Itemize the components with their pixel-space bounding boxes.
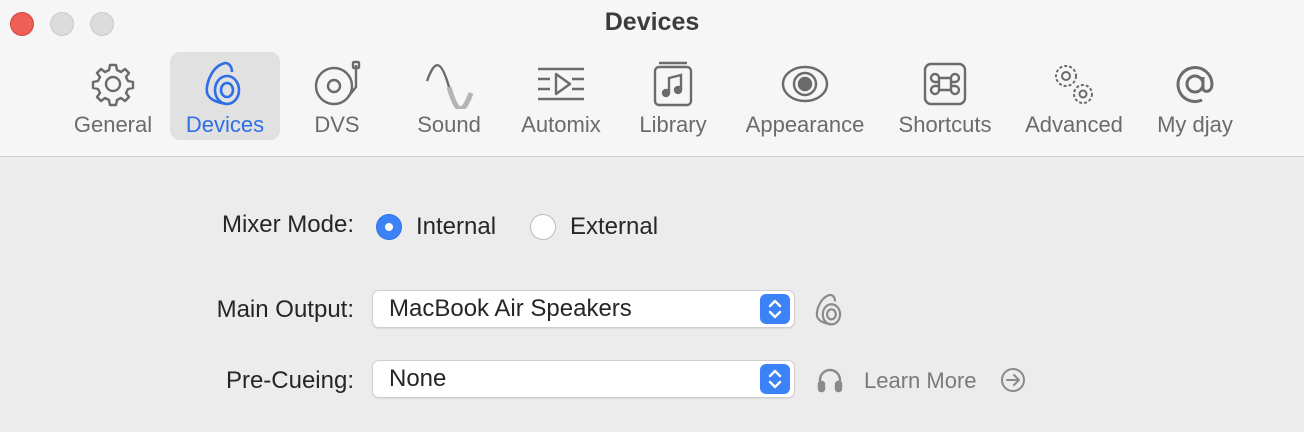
- chevron-up-down-icon: [760, 364, 790, 394]
- tab-shortcuts-label: Shortcuts: [898, 112, 992, 137]
- main-output-value: MacBook Air Speakers: [389, 295, 632, 322]
- window-title: Devices: [604, 8, 700, 36]
- main-output-label: Main Output:: [216, 296, 354, 323]
- learn-more-link[interactable]: Learn More: [864, 368, 977, 394]
- tab-advanced-label: Advanced: [1025, 112, 1123, 137]
- preferences-window: Devices General Devices DVS Sound Automi…: [0, 0, 1304, 432]
- arrow-circle-icon[interactable]: [1000, 367, 1026, 398]
- speaker-icon: [199, 58, 251, 110]
- tab-dvs-label: DVS: [314, 112, 360, 137]
- chevron-up-down-icon: [760, 294, 790, 324]
- mixer-mode-external-label[interactable]: External: [570, 213, 658, 241]
- automix-icon: [535, 58, 587, 110]
- tab-general[interactable]: General: [65, 52, 161, 140]
- main-output-popup[interactable]: MacBook Air Speakers: [372, 290, 795, 328]
- tab-dvs[interactable]: DVS: [292, 52, 382, 140]
- tab-appearance-label: Appearance: [745, 112, 865, 137]
- at-sign-icon: [1169, 58, 1221, 110]
- tab-sound[interactable]: Sound: [404, 52, 494, 140]
- gears-icon: [1048, 58, 1100, 110]
- eye-icon: [779, 58, 831, 110]
- tab-devices[interactable]: Devices: [170, 52, 280, 140]
- toolbar: Devices General Devices DVS Sound Automi…: [0, 0, 1304, 157]
- pre-cueing-popup[interactable]: None: [372, 360, 795, 398]
- command-key-icon: [919, 58, 971, 110]
- mixer-mode-internal-label[interactable]: Internal: [416, 213, 496, 241]
- mixer-mode-label: Mixer Mode:: [221, 211, 354, 238]
- mixer-mode-external-radio[interactable]: [530, 214, 556, 240]
- tab-automix-label: Automix: [521, 112, 601, 137]
- tab-general-label: General: [73, 112, 153, 137]
- tab-my-djay[interactable]: My djay: [1148, 52, 1242, 140]
- pre-cueing-label: Pre-Cueing:: [225, 367, 354, 394]
- tab-appearance[interactable]: Appearance: [738, 52, 872, 140]
- tab-my-djay-label: My djay: [1157, 112, 1233, 137]
- tab-devices-label: Devices: [185, 112, 265, 137]
- speaker-icon[interactable]: [812, 292, 848, 333]
- tab-library[interactable]: Library: [630, 52, 716, 140]
- headphones-icon: [816, 366, 844, 399]
- tab-shortcuts[interactable]: Shortcuts: [890, 52, 1000, 140]
- tab-advanced[interactable]: Advanced: [1018, 52, 1130, 140]
- tab-automix[interactable]: Automix: [515, 52, 607, 140]
- waveform-icon: [423, 58, 475, 110]
- tab-library-label: Library: [639, 112, 707, 137]
- tab-sound-label: Sound: [417, 112, 481, 137]
- music-library-icon: [647, 58, 699, 110]
- turntable-icon: [311, 58, 363, 110]
- gear-icon: [87, 58, 139, 110]
- mixer-mode-internal-radio[interactable]: [376, 214, 402, 240]
- pre-cueing-value: None: [389, 365, 447, 392]
